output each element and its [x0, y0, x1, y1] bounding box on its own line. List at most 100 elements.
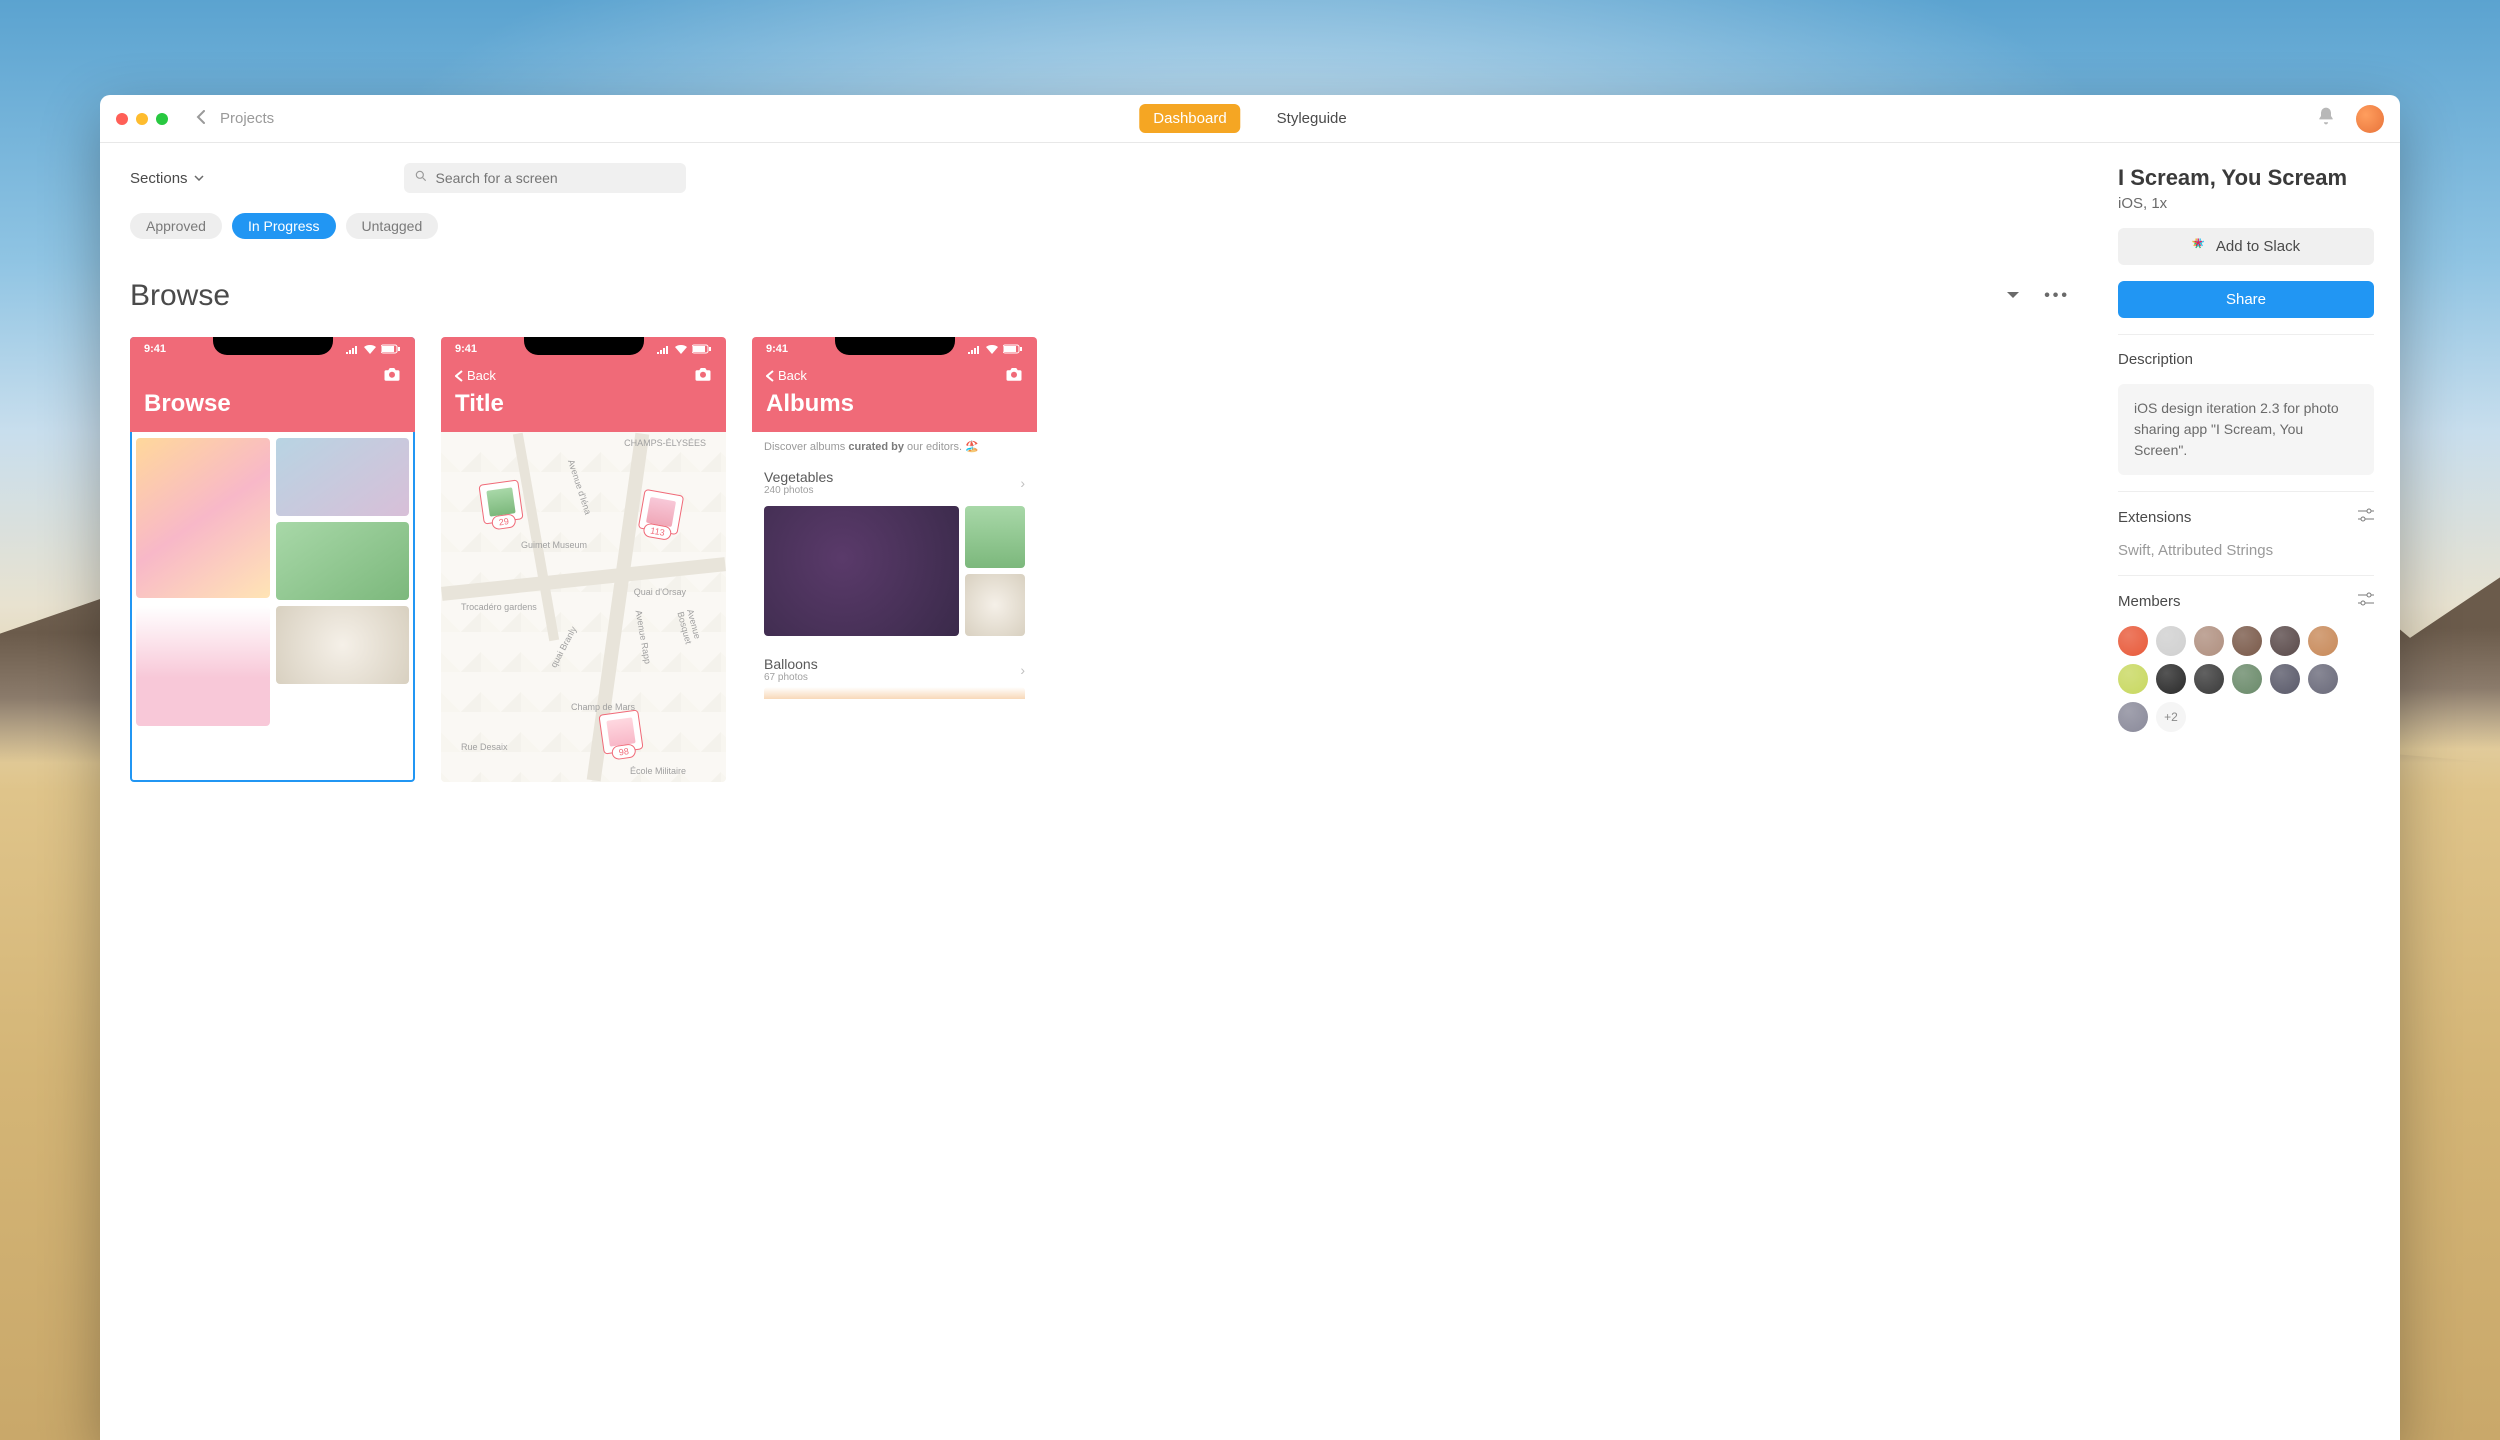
description-label: Description [2118, 351, 2193, 368]
back-chevron-icon[interactable] [190, 108, 212, 129]
tag-in-progress[interactable]: In Progress [232, 213, 336, 239]
project-meta: iOS, 1x [2118, 195, 2374, 212]
breadcrumb[interactable]: Projects [220, 110, 274, 127]
traffic-lights [116, 113, 168, 125]
settings-icon[interactable] [2358, 592, 2374, 610]
chevron-right-icon: › [1020, 475, 1025, 491]
members-header: Members [2118, 575, 2374, 610]
map-pin: 29 [478, 479, 523, 524]
status-icons [967, 344, 1023, 354]
members-more[interactable]: +2 [2156, 702, 2186, 732]
album-name: Vegetables [764, 469, 833, 485]
map-label: CHAMPS-ÉLYSÉES [624, 438, 706, 448]
member-avatar[interactable] [2232, 626, 2262, 656]
description-body: iOS design iteration 2.3 for photo shari… [2118, 384, 2374, 475]
section-collapse-icon[interactable] [2006, 287, 2020, 305]
chevron-down-icon [194, 173, 204, 184]
screen-browse[interactable]: 9:41 B [130, 337, 415, 782]
status-time: 9:41 [144, 343, 166, 355]
album-count: 67 photos [764, 672, 818, 683]
back-button: Back [455, 368, 496, 383]
tag-untagged[interactable]: Untagged [346, 213, 439, 239]
camera-icon [383, 367, 401, 384]
member-avatar[interactable] [2232, 664, 2262, 694]
members-grid: +2 [2118, 626, 2374, 732]
member-avatar[interactable] [2118, 702, 2148, 732]
screen-title: Title [441, 384, 726, 422]
share-button[interactable]: Share [2118, 281, 2374, 318]
member-avatar[interactable] [2270, 664, 2300, 694]
phone-notch [213, 337, 333, 355]
extensions-label: Extensions [2118, 509, 2191, 526]
user-avatar[interactable] [2356, 105, 2384, 133]
search-icon [414, 169, 428, 188]
photo-thumbnail [276, 606, 410, 684]
photo-thumbnail [276, 438, 410, 516]
album-thumbnail [764, 687, 1025, 699]
sections-dropdown[interactable]: Sections [130, 170, 204, 187]
tab-dashboard[interactable]: Dashboard [1139, 104, 1240, 133]
camera-icon [694, 367, 712, 384]
map-label: Guimet Museum [521, 540, 587, 550]
extensions-header: Extensions [2118, 491, 2374, 526]
member-avatar[interactable] [2118, 626, 2148, 656]
tag-approved[interactable]: Approved [130, 213, 222, 239]
member-avatar[interactable] [2308, 664, 2338, 694]
project-name: I Scream, You Scream [2118, 165, 2374, 191]
screen-albums[interactable]: 9:41 Back [752, 337, 1037, 782]
section-more-icon[interactable]: ••• [2044, 287, 2070, 305]
status-time: 9:41 [455, 343, 477, 355]
album-thumbnail [764, 506, 959, 636]
chevron-right-icon: › [1020, 662, 1025, 678]
album-thumbnail [965, 574, 1025, 636]
album-row-vegetables: Vegetables 240 photos › [752, 461, 1037, 500]
map-pin: 98 [598, 709, 643, 754]
settings-icon[interactable] [2358, 508, 2374, 526]
section-header: Browse ••• [130, 279, 2070, 313]
map-label: Avenue Bosquet [675, 608, 711, 676]
map-pin-count: 29 [491, 513, 517, 530]
member-avatar[interactable] [2194, 664, 2224, 694]
content-area: Sections Approved In Progress [100, 143, 2400, 1440]
close-window-button[interactable] [116, 113, 128, 125]
phone-notch [835, 337, 955, 355]
section-title: Browse [130, 279, 230, 313]
phone-notch [524, 337, 644, 355]
description-header: Description [2118, 334, 2374, 368]
search-input[interactable] [436, 170, 676, 186]
member-avatar[interactable] [2308, 626, 2338, 656]
screens-row: 9:41 B [130, 337, 2070, 782]
add-to-slack-button[interactable]: Add to Slack [2118, 228, 2374, 265]
member-avatar[interactable] [2118, 664, 2148, 694]
member-avatar[interactable] [2156, 664, 2186, 694]
map-pin-count: 98 [611, 743, 637, 760]
maximize-window-button[interactable] [156, 113, 168, 125]
right-panel: I Scream, You Scream iOS, 1x Add to Slac… [2100, 143, 2400, 1440]
map-view: CHAMPS-ÉLYSÉES Guimet Museum Quai d'Orsa… [441, 432, 726, 782]
map-label: Rue Desaix [461, 742, 508, 752]
album-name: Balloons [764, 656, 818, 672]
member-avatar[interactable] [2194, 626, 2224, 656]
extensions-body: Swift, Attributed Strings [2118, 542, 2374, 559]
minimize-window-button[interactable] [136, 113, 148, 125]
tab-styleguide[interactable]: Styleguide [1263, 104, 1361, 133]
member-avatar[interactable] [2156, 626, 2186, 656]
slack-icon [2192, 239, 2208, 255]
member-avatar[interactable] [2270, 626, 2300, 656]
screen-title[interactable]: 9:41 Back [441, 337, 726, 782]
members-label: Members [2118, 593, 2181, 610]
map-label: École Militaire [630, 766, 686, 776]
camera-icon [1005, 367, 1023, 384]
status-icons [345, 344, 401, 354]
album-row-balloons: Balloons 67 photos › [752, 648, 1037, 687]
toolbar-row: Sections [130, 163, 2070, 193]
notifications-icon[interactable] [2316, 106, 2336, 131]
status-time: 9:41 [766, 343, 788, 355]
status-icons [656, 344, 712, 354]
share-label: Share [2226, 291, 2266, 308]
map-label: Avenue d'Iéna [566, 458, 593, 515]
back-label: Back [467, 368, 496, 383]
app-window: Projects Dashboard Styleguide Sections [100, 95, 2400, 1440]
screen-title: Albums [752, 384, 1037, 422]
search-box[interactable] [404, 163, 686, 193]
